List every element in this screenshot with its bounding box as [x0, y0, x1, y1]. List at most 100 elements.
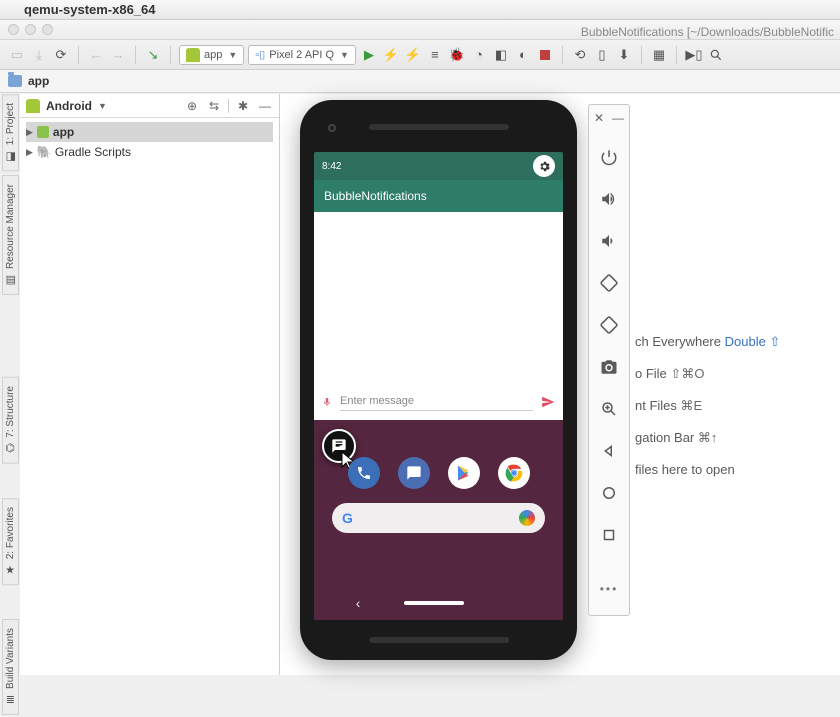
conversation-area[interactable]: Enter message: [314, 212, 563, 420]
open-icon[interactable]: ▭: [8, 46, 26, 64]
play-store-app-icon[interactable]: [448, 457, 480, 489]
phone-app-icon[interactable]: [348, 457, 380, 489]
tip-goto-file: o File ⇧⌘O: [635, 366, 840, 382]
tip-nav-bar: gation Bar ⌘↑: [635, 430, 840, 446]
folder-icon: [8, 75, 22, 87]
project-tree: ▶ app ▶ 🐘 Gradle Scripts: [20, 118, 279, 166]
zoom-icon[interactable]: [593, 393, 625, 425]
sync-gradle-icon[interactable]: ⟲: [571, 46, 589, 64]
avd-icon[interactable]: ↘: [144, 46, 162, 64]
ide-toolbar: ▭ ⤓ ⟳ ← → ↘ app ▼ ▫▯ Pixel 2 API Q ▼ ▶ ⚡…: [0, 40, 840, 70]
gradle-icon: 🐘: [37, 145, 51, 159]
bug-icon[interactable]: 🐞: [448, 46, 466, 64]
nav-back-icon[interactable]: ‹: [356, 595, 361, 611]
speaker-icon: [369, 637, 509, 643]
message-input[interactable]: Enter message: [340, 395, 533, 411]
tab-favorites[interactable]: ★2: Favorites: [2, 498, 19, 585]
send-icon[interactable]: [541, 395, 555, 412]
module-icon: [37, 126, 49, 138]
assistant-icon[interactable]: [519, 510, 535, 526]
run-config-label: app: [204, 49, 222, 61]
device-combo[interactable]: ▫▯ Pixel 2 API Q ▼: [248, 45, 356, 65]
device-screen[interactable]: 8:42 BubbleNotifications Enter message: [314, 152, 563, 620]
tip-drop-files: files here to open: [635, 462, 840, 477]
settings-bubble-icon[interactable]: [533, 155, 555, 177]
emulator-toolbar: ✕ — •••: [588, 104, 630, 616]
profile-icon[interactable]: ◔: [470, 46, 488, 64]
power-icon[interactable]: [593, 141, 625, 173]
volume-up-icon[interactable]: [593, 183, 625, 215]
back-icon[interactable]: [593, 435, 625, 467]
breadcrumb-segment[interactable]: app: [28, 74, 49, 88]
locate-icon[interactable]: ⊕: [184, 98, 200, 114]
emulator-device: 8:42 BubbleNotifications Enter message: [300, 100, 577, 660]
save-icon[interactable]: ⤓: [30, 46, 48, 64]
emulator-minimize-icon[interactable]: —: [612, 111, 624, 125]
android-launcher[interactable]: G ‹: [314, 421, 563, 620]
emulator-close-icon[interactable]: ✕: [594, 111, 604, 125]
google-search-bar[interactable]: G: [332, 503, 545, 533]
volume-down-icon[interactable]: [593, 225, 625, 257]
traffic-close-icon[interactable]: [8, 24, 19, 35]
rotate-left-icon[interactable]: [593, 267, 625, 299]
chrome-app-icon[interactable]: [498, 457, 530, 489]
nav-back-icon[interactable]: ←: [87, 46, 105, 64]
stop-button[interactable]: [536, 46, 554, 64]
expand-icon[interactable]: ▶: [26, 147, 33, 158]
messages-app-icon[interactable]: [398, 457, 430, 489]
device-label: Pixel 2 API Q: [269, 49, 334, 61]
collapse-icon[interactable]: ⇆: [206, 98, 222, 114]
gear-icon[interactable]: ✱: [235, 98, 251, 114]
apply-code-icon[interactable]: ⚡: [404, 46, 422, 64]
layout-inspector-icon[interactable]: ▦: [650, 46, 668, 64]
attach-icon[interactable]: ◐: [514, 46, 532, 64]
tab-build-variants[interactable]: ≣Build Variants: [2, 619, 19, 715]
tip-recent-files: nt Files ⌘E: [635, 398, 840, 414]
traffic-min-icon[interactable]: [25, 24, 36, 35]
tree-item-gradle[interactable]: ▶ 🐘 Gradle Scripts: [26, 142, 273, 162]
sdk-manager-icon[interactable]: ⬇: [615, 46, 633, 64]
apply-changes-icon[interactable]: ⚡: [382, 46, 400, 64]
tree-label: app: [53, 125, 74, 139]
sync-icon[interactable]: ⟳: [52, 46, 70, 64]
rotate-right-icon[interactable]: [593, 309, 625, 341]
project-mode-label[interactable]: Android: [46, 99, 92, 113]
editor-tips: ch Everywhere Double ⇧ o File ⇧⌘O nt Fil…: [635, 334, 840, 477]
project-panel-header: Android ▼ ⊕ ⇆ ✱ —: [20, 94, 279, 118]
avd-manager-icon[interactable]: ▯: [593, 46, 611, 64]
tree-item-app[interactable]: ▶ app: [26, 122, 273, 142]
debug-icon[interactable]: ≡: [426, 46, 444, 64]
expand-icon[interactable]: ▶: [26, 127, 33, 138]
project-panel: Android ▼ ⊕ ⇆ ✱ — ▶ app ▶ 🐘 Gradle Scrip…: [20, 94, 280, 675]
android-status-bar[interactable]: 8:42: [314, 152, 563, 180]
project-structure-icon[interactable]: ▶▯: [685, 46, 703, 64]
device-phone-icon: ▫▯: [255, 48, 265, 61]
hide-icon[interactable]: —: [257, 98, 273, 114]
run-config-combo[interactable]: app ▼: [179, 45, 244, 65]
tip-link[interactable]: Double: [725, 334, 766, 349]
overview-icon[interactable]: [593, 519, 625, 551]
tab-structure[interactable]: ⌬7: Structure: [2, 377, 19, 464]
camera-icon[interactable]: [593, 351, 625, 383]
more-icon[interactable]: •••: [593, 573, 625, 605]
camera-icon: [328, 124, 336, 132]
home-icon[interactable]: [593, 477, 625, 509]
search-icon[interactable]: [707, 46, 725, 64]
traffic-zoom-icon[interactable]: [42, 24, 53, 35]
app-title: BubbleNotifications: [324, 189, 427, 203]
android-nav-bar: ‹: [314, 592, 563, 614]
nav-fwd-icon[interactable]: →: [109, 46, 127, 64]
coverage-icon[interactable]: ◧: [492, 46, 510, 64]
nav-home-pill[interactable]: [404, 601, 464, 605]
run-button[interactable]: ▶: [360, 46, 378, 64]
mac-app-name[interactable]: qemu-system-x86_64: [24, 2, 156, 17]
left-gutter: ◨1: Project ▤Resource Manager ⌬7: Struct…: [0, 94, 20, 717]
tab-project[interactable]: ◨1: Project: [2, 94, 19, 171]
mic-icon[interactable]: [322, 395, 332, 412]
window-title: BubbleNotifications [~/Downloads/BubbleN…: [581, 22, 840, 39]
tree-label: Gradle Scripts: [55, 145, 131, 159]
launcher-dock: [314, 457, 563, 489]
tab-resource-manager[interactable]: ▤Resource Manager: [2, 175, 19, 295]
breadcrumb: app: [0, 70, 840, 93]
android-app-bar: BubbleNotifications: [314, 180, 563, 212]
